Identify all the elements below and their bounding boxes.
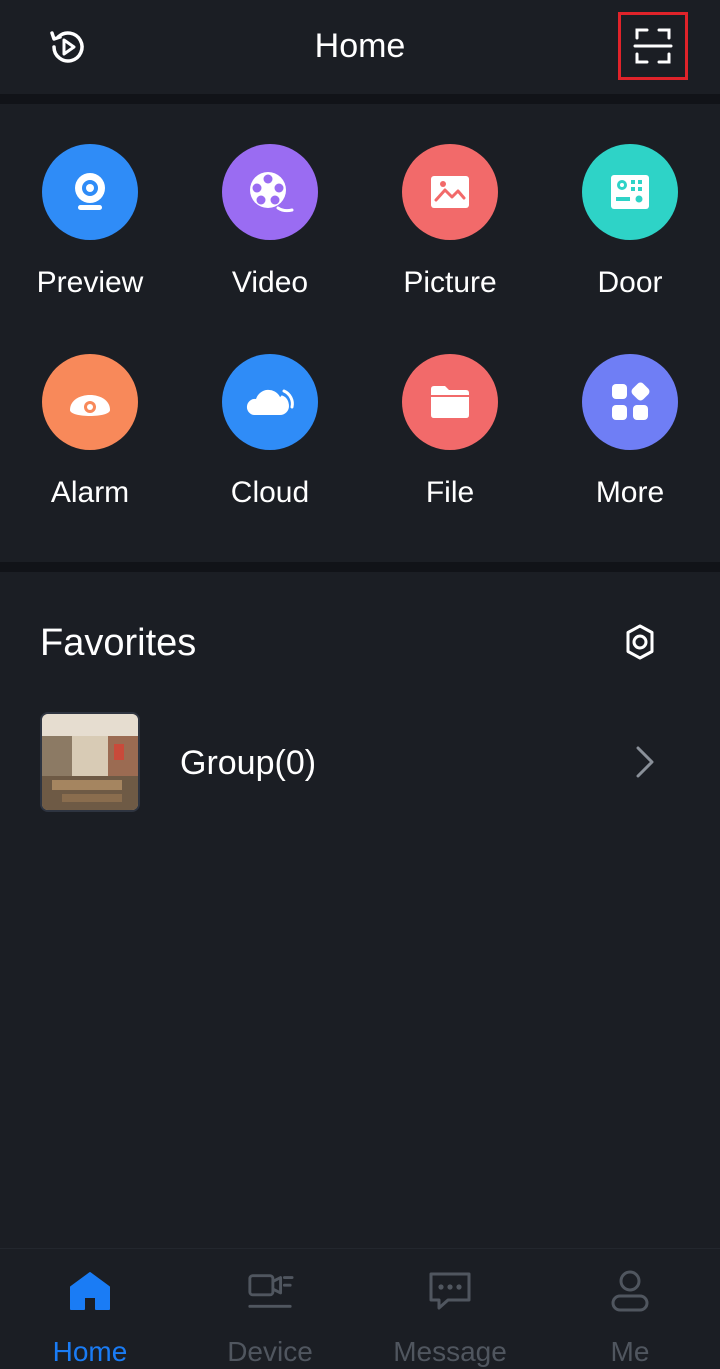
tab-device[interactable]: Device xyxy=(180,1249,360,1369)
tab-me-label: Me xyxy=(610,1336,650,1367)
cloud-icon xyxy=(222,354,318,450)
page-title: Home xyxy=(314,27,406,65)
alarm-tile[interactable]: Alarm xyxy=(0,314,180,509)
gear-icon[interactable] xyxy=(620,622,660,662)
top-bar: Home xyxy=(0,0,720,94)
file-label: File xyxy=(425,476,475,509)
group-label: Group(0) xyxy=(180,744,317,782)
video-label: Video xyxy=(231,266,309,299)
tab-message-label: Message xyxy=(393,1336,507,1367)
feature-grid: Preview Video Picture Door Alarm Cloud F… xyxy=(0,104,720,562)
picture-tile[interactable]: Picture xyxy=(360,104,540,299)
group-thumbnail xyxy=(40,712,140,812)
section-divider xyxy=(0,562,720,572)
device-camera-icon xyxy=(246,1267,294,1315)
image-icon xyxy=(402,144,498,240)
file-tile[interactable]: File xyxy=(360,314,540,509)
tab-message[interactable]: Message xyxy=(360,1249,540,1369)
folder-icon xyxy=(402,354,498,450)
preview-tile[interactable]: Preview xyxy=(0,104,180,299)
tab-me[interactable]: Me xyxy=(540,1249,720,1369)
user-icon xyxy=(606,1267,654,1315)
home-screen: Home Preview Video Picture Door Alarm Cl… xyxy=(0,0,720,1369)
tab-home[interactable]: Home xyxy=(0,1249,180,1369)
message-icon xyxy=(426,1267,474,1315)
favorites-title: Favorites xyxy=(40,622,197,664)
alarm-icon xyxy=(42,354,138,450)
preview-label: Preview xyxy=(36,266,144,299)
picture-label: Picture xyxy=(403,266,497,299)
home-icon xyxy=(66,1267,114,1315)
cloud-label: Cloud xyxy=(230,476,310,509)
scan-icon[interactable] xyxy=(618,12,688,80)
tab-home-label: Home xyxy=(52,1336,128,1367)
more-label: More xyxy=(595,476,665,509)
video-tile[interactable]: Video xyxy=(180,104,360,299)
more-tile[interactable]: More xyxy=(540,314,720,509)
film-reel-icon xyxy=(222,144,318,240)
favorites-group-row[interactable]: Group(0) xyxy=(0,700,720,824)
alarm-label: Alarm xyxy=(50,476,130,509)
apps-icon xyxy=(582,354,678,450)
door-tile[interactable]: Door xyxy=(540,104,720,299)
camera-icon xyxy=(42,144,138,240)
door-label: Door xyxy=(597,266,663,299)
bottom-tab-bar: Home Device Message Me xyxy=(0,1248,720,1369)
cloud-tile[interactable]: Cloud xyxy=(180,314,360,509)
tab-device-label: Device xyxy=(227,1336,313,1367)
chevron-right-icon xyxy=(630,742,660,782)
door-panel-icon xyxy=(582,144,678,240)
header-divider xyxy=(0,94,720,104)
